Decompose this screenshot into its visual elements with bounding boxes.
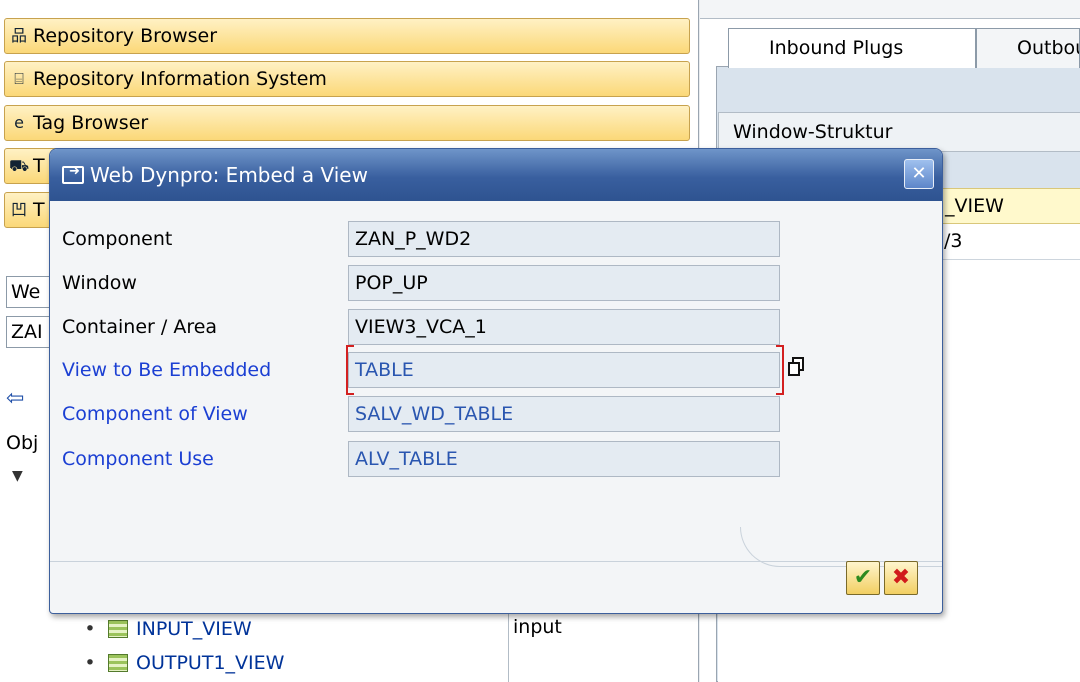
view-to-be-embedded-label: View to Be Embedded xyxy=(62,359,272,381)
tag-browser-icon: e xyxy=(14,113,24,132)
test-repository-icon: 凹 xyxy=(10,200,27,219)
footer-separator xyxy=(50,561,942,562)
focus-bracket-left xyxy=(346,345,354,395)
bullet-icon: • xyxy=(84,618,96,640)
close-button[interactable]: ✕ xyxy=(904,159,934,189)
tab-outbound-plugs[interactable]: Outbou xyxy=(976,28,1080,68)
component-use-label: Component Use xyxy=(62,448,214,470)
window-field[interactable]: POP_UP xyxy=(348,265,780,301)
container-area-field-row: Container / Area xyxy=(60,309,354,345)
tree-row[interactable]: • INPUT_VIEW xyxy=(80,614,252,644)
bullet-icon: • xyxy=(84,652,96,674)
tree-item-label: OUTPUT1_VIEW xyxy=(136,652,285,674)
repository-browser-icon: 品 xyxy=(10,26,27,45)
tree-row[interactable]: • OUTPUT1_VIEW xyxy=(80,648,284,678)
nav-button-label: Tag Browser xyxy=(33,112,149,134)
back-arrow-icon[interactable]: ⇦ xyxy=(6,386,24,411)
dialog-window-icon xyxy=(62,164,84,184)
component-use-field[interactable]: ALV_TABLE xyxy=(348,441,780,477)
component-of-view-field[interactable]: SALV_WD_TABLE xyxy=(348,396,780,432)
embed-view-dialog: Web Dynpro: Embed a View ✕ Component ZAN… xyxy=(49,148,943,614)
cancel-button[interactable]: ✖ xyxy=(884,561,918,595)
container-area-field[interactable]: VIEW3_VCA_1 xyxy=(348,309,780,345)
component-of-view-field-row: Component of View xyxy=(60,396,354,432)
window-structure-header: Window-Struktur xyxy=(718,112,1080,152)
tree-expand-icon[interactable]: ▼ xyxy=(12,468,23,484)
tag-browser-button[interactable]: e Tag Browser xyxy=(4,105,690,141)
component-field-row: Component xyxy=(60,221,354,257)
structure-row-label: _VIEW xyxy=(945,195,1004,217)
nav-button-label: T xyxy=(33,155,45,177)
view-icon xyxy=(108,654,128,672)
tree-item-label: INPUT_VIEW xyxy=(136,618,252,640)
repository-information-system-button[interactable]: ⌸ Repository Information System xyxy=(4,61,690,97)
window-field-row: Window xyxy=(60,265,354,301)
transport-icon: ⛟ xyxy=(9,156,30,175)
dialog-title-bar[interactable]: Web Dynpro: Embed a View ✕ xyxy=(50,149,942,201)
focus-bracket-right xyxy=(776,345,784,395)
nav-button-label: T xyxy=(33,199,45,221)
component-use-field-row: Component Use xyxy=(60,441,354,477)
tab-inbound-plugs[interactable]: Inbound Plugs xyxy=(728,28,976,68)
dialog-title: Web Dynpro: Embed a View xyxy=(90,163,368,187)
view-to-be-embedded-field[interactable]: TABLE xyxy=(348,352,780,388)
view-to-embed-field-row: View to Be Embedded xyxy=(60,352,354,388)
view-icon xyxy=(108,620,128,638)
value-help-icon[interactable] xyxy=(786,355,808,379)
container-area-label: Container / Area xyxy=(62,316,218,338)
continue-button[interactable]: ✔ xyxy=(846,561,880,595)
repository-info-icon: ⌸ xyxy=(14,69,24,88)
window-label: Window xyxy=(62,272,137,294)
component-label: Component xyxy=(62,228,173,250)
structure-row-label: /3 xyxy=(944,230,963,252)
repository-browser-button[interactable]: 品 Repository Browser xyxy=(4,18,690,54)
nav-button-label: Repository Information System xyxy=(33,68,327,90)
component-field[interactable]: ZAN_P_WD2 xyxy=(348,221,780,257)
object-name-column-header: Obj xyxy=(6,432,39,454)
component-of-view-label: Component of View xyxy=(62,403,248,425)
nav-button-label: Repository Browser xyxy=(33,25,218,47)
toolbar-strip xyxy=(700,0,1080,19)
